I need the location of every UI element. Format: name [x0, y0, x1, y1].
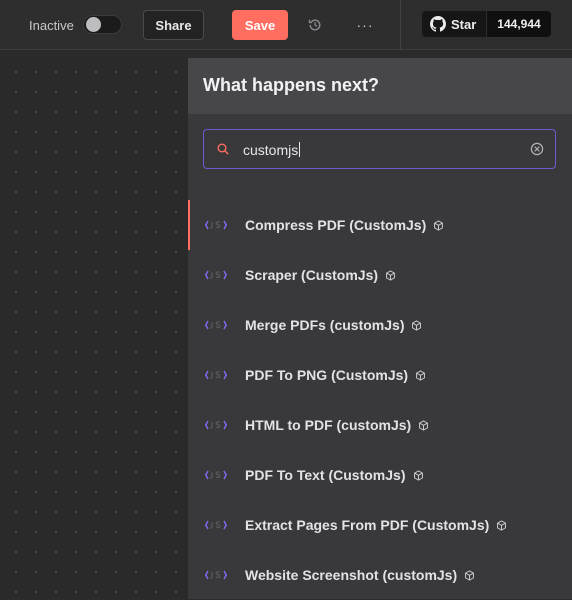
active-toggle[interactable]: [83, 15, 122, 34]
node-list-item[interactable]: Compress PDF (CustomJs): [188, 200, 572, 250]
community-node-cube-icon: [464, 569, 475, 581]
node-item-label: PDF To Text (CustomJs): [245, 467, 406, 483]
github-star-button[interactable]: Star: [422, 11, 486, 37]
community-node-cube-icon: [496, 519, 507, 531]
node-list-item[interactable]: Merge PDFs (customJs): [188, 300, 572, 350]
github-icon: [430, 16, 446, 32]
inactive-label: Inactive: [29, 18, 74, 33]
panel-header: What happens next?: [188, 58, 572, 114]
node-list-item[interactable]: Scraper (CustomJs): [188, 250, 572, 300]
text-caret: [299, 142, 301, 157]
top-toolbar: Inactive Share Save ··· Star 144,944: [0, 0, 572, 50]
node-item-label: Extract Pages From PDF (CustomJs): [245, 517, 490, 533]
customjs-logo-icon: [204, 568, 228, 582]
node-creator-panel: What happens next? customjs Compress PDF…: [188, 58, 572, 599]
github-star-count[interactable]: 144,944: [487, 11, 551, 37]
customjs-logo-icon: [204, 218, 228, 232]
more-options-button[interactable]: ···: [354, 16, 376, 34]
search-value-text: customjs: [243, 142, 299, 158]
node-list: Compress PDF (CustomJs) Scraper (CustomJs…: [188, 200, 572, 600]
search-icon: [217, 143, 229, 155]
node-item-label: PDF To PNG (CustomJs): [245, 367, 409, 383]
customjs-logo-icon: [204, 368, 228, 382]
node-search-input[interactable]: customjs: [203, 129, 556, 169]
search-value: customjs: [243, 142, 301, 158]
community-node-cube-icon: [385, 269, 396, 281]
history-button[interactable]: [306, 16, 324, 34]
customjs-logo-icon: [204, 268, 228, 282]
toggle-knob: [86, 17, 101, 32]
community-node-cube-icon: [433, 219, 444, 231]
toolbar-divider: [400, 0, 401, 50]
community-node-cube-icon: [413, 469, 424, 481]
community-node-cube-icon: [418, 419, 429, 431]
node-item-label: HTML to PDF (customJs): [245, 417, 412, 433]
history-icon: [308, 19, 321, 31]
panel-title: What happens next?: [203, 75, 380, 95]
community-node-cube-icon: [415, 369, 426, 381]
share-button[interactable]: Share: [143, 10, 204, 40]
save-button[interactable]: Save: [232, 10, 288, 40]
node-list-item[interactable]: PDF To Text (CustomJs): [188, 450, 572, 500]
node-item-label: Merge PDFs (customJs): [245, 317, 405, 333]
node-item-label: Website Screenshot (customJs): [245, 567, 458, 583]
node-list-item[interactable]: HTML to PDF (customJs): [188, 400, 572, 450]
clear-search-icon[interactable]: [530, 142, 544, 156]
customjs-logo-icon: [204, 468, 228, 482]
github-star-label: Star: [451, 16, 477, 32]
node-list-item[interactable]: Extract Pages From PDF (CustomJs): [188, 500, 572, 550]
workflow-canvas[interactable]: [0, 58, 188, 599]
node-list-item[interactable]: Website Screenshot (customJs): [188, 550, 572, 600]
node-item-label: Compress PDF (CustomJs): [245, 217, 427, 233]
customjs-logo-icon: [204, 318, 228, 332]
node-list-item[interactable]: PDF To PNG (CustomJs): [188, 350, 572, 400]
customjs-logo-icon: [204, 518, 228, 532]
community-node-cube-icon: [411, 319, 422, 331]
customjs-logo-icon: [204, 418, 228, 432]
node-item-label: Scraper (CustomJs): [245, 267, 379, 283]
